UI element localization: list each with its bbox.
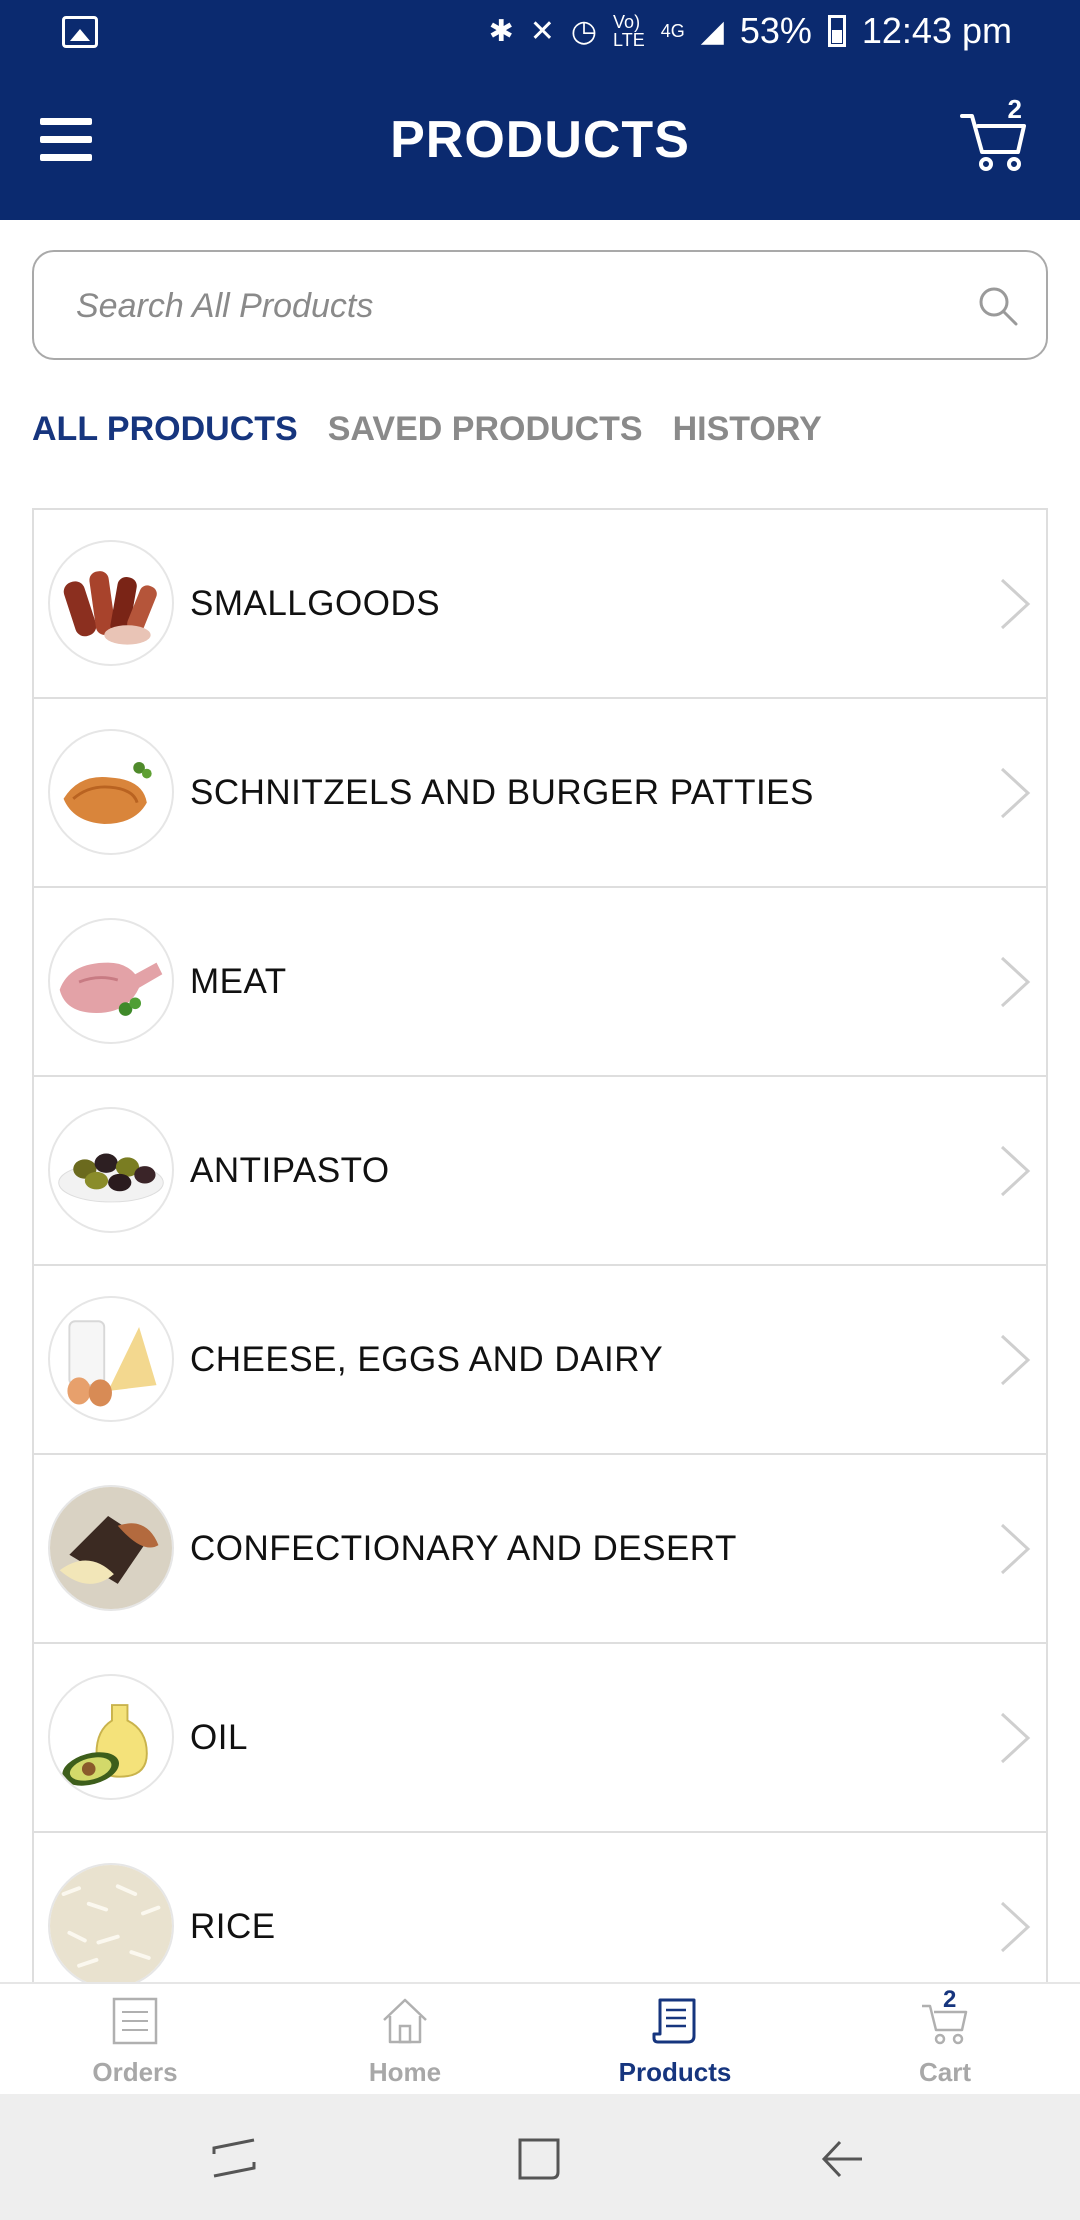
cart-nav-badge: 2	[943, 1986, 957, 2013]
cart-count-badge: 2	[1007, 94, 1022, 124]
page-title: PRODUCTS	[390, 111, 690, 169]
nav-home[interactable]: Home	[270, 1984, 540, 2096]
schnitzel-thumbnail	[48, 729, 174, 855]
status-bar: ✱ ✕ ◷ Vo) LTE 4G ◢ 53% 12:43 pm	[0, 0, 1080, 64]
category-row-antipasto[interactable]: ANTIPASTO	[34, 1077, 1046, 1266]
nav-products[interactable]: Products	[540, 1984, 810, 2096]
nav-cart[interactable]: 2 Cart	[810, 1984, 1080, 2096]
category-label: CHEESE, EGGS AND DAIRY	[190, 1340, 664, 1379]
chevron-right-icon	[1000, 956, 1031, 1008]
category-label: ANTIPASTO	[190, 1151, 390, 1190]
category-label: CONFECTIONARY AND DESERT	[190, 1529, 737, 1568]
alarm-icon: ◷	[570, 14, 598, 48]
dairy-thumbnail	[48, 1296, 174, 1422]
category-row-dairy[interactable]: CHEESE, EGGS AND DAIRY	[34, 1266, 1046, 1455]
rice-thumbnail	[48, 1863, 174, 1982]
category-list: SMALLGOODS SCHNITZELS AND BURGER PATTIES…	[32, 508, 1048, 1982]
oil-thumbnail	[48, 1674, 174, 1800]
status-time: 12:43 pm	[861, 10, 1012, 51]
products-icon	[652, 1998, 696, 2044]
search-icon[interactable]	[976, 284, 1020, 328]
chevron-right-icon	[1000, 1712, 1031, 1764]
nav-label: Home	[368, 2057, 442, 2087]
category-row-confectionary[interactable]: CONFECTIONARY AND DESERT	[34, 1455, 1046, 1644]
app-header: PRODUCTS 2	[0, 64, 1080, 220]
chevron-right-icon	[1000, 578, 1031, 630]
signal-icon: ◢	[700, 14, 724, 48]
chevron-right-icon	[1000, 1901, 1031, 1953]
recent-apps-icon[interactable]	[208, 2132, 262, 2186]
category-row-oil[interactable]: OIL	[34, 1644, 1046, 1833]
system-navigation-bar	[0, 2094, 1080, 2220]
bottom-navigation: Orders Home Products 2 Cart	[0, 1982, 1080, 2096]
chevron-right-icon	[1000, 1523, 1031, 1575]
chevron-right-icon	[1000, 1145, 1031, 1197]
category-row-rice[interactable]: RICE	[34, 1833, 1046, 1982]
vibrate-icon: ✕	[529, 14, 555, 48]
category-label: RICE	[190, 1907, 276, 1946]
bluetooth-icon: ✱	[488, 14, 514, 48]
nav-orders[interactable]: Orders	[0, 1984, 270, 2096]
volte-icon: Vo) LTE	[613, 12, 645, 50]
category-label: MEAT	[190, 962, 287, 1001]
orders-icon	[112, 1997, 158, 2045]
chevron-right-icon	[1000, 767, 1031, 819]
tab-history[interactable]: HISTORY	[673, 410, 822, 449]
chevron-right-icon	[1000, 1334, 1031, 1386]
back-icon[interactable]	[816, 2132, 870, 2186]
category-row-meat[interactable]: MEAT	[34, 888, 1046, 1077]
search-input[interactable]	[74, 274, 938, 338]
dessert-thumbnail	[48, 1485, 174, 1611]
category-label: OIL	[190, 1718, 248, 1757]
home-button-icon[interactable]	[512, 2132, 566, 2186]
meat-thumbnail	[48, 918, 174, 1044]
4g-icon: 4G	[660, 20, 685, 41]
tab-saved-products[interactable]: SAVED PRODUCTS	[328, 410, 643, 449]
product-tabs: ALL PRODUCTS SAVED PRODUCTS HISTORY	[32, 410, 822, 449]
category-label: SCHNITZELS AND BURGER PATTIES	[190, 773, 814, 812]
category-label: SMALLGOODS	[190, 584, 441, 623]
category-row-smallgoods[interactable]: SMALLGOODS	[34, 510, 1046, 699]
search-box	[32, 250, 1048, 360]
sausages-thumbnail	[48, 540, 174, 666]
battery-icon	[827, 15, 846, 47]
image-icon	[62, 16, 98, 48]
category-row-schnitzels[interactable]: SCHNITZELS AND BURGER PATTIES	[34, 699, 1046, 888]
home-icon	[383, 1998, 427, 2044]
nav-label: Products	[618, 2057, 732, 2087]
olives-thumbnail	[48, 1107, 174, 1233]
tab-all-products[interactable]: ALL PRODUCTS	[32, 410, 298, 449]
battery-percent: 53%	[739, 10, 812, 51]
nav-label: Cart	[918, 2057, 971, 2087]
nav-label: Orders	[92, 2057, 178, 2087]
